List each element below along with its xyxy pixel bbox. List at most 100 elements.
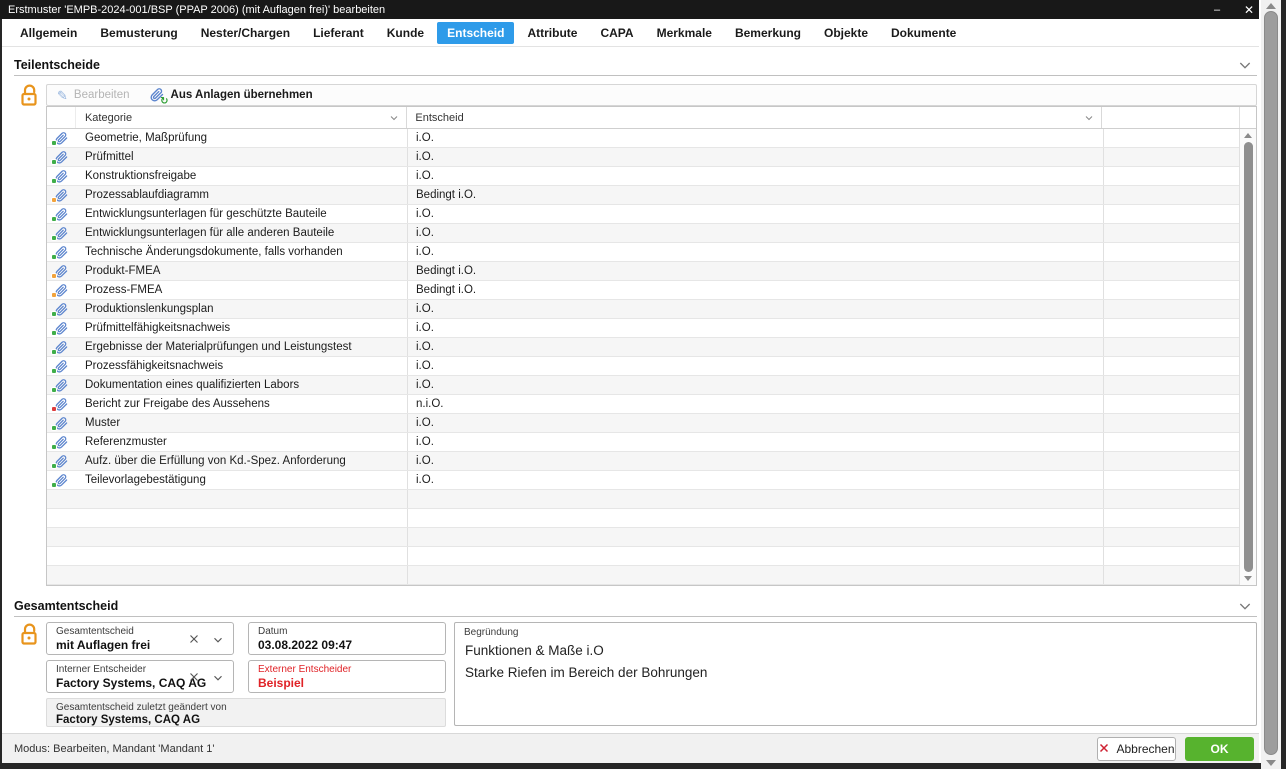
status-dot-green [52,141,56,145]
tab-nester-chargen[interactable]: Nester/Chargen [191,22,300,44]
tab-lieferant[interactable]: Lieferant [303,22,374,44]
table-row[interactable]: Entwicklungsunterlagen für geschützte Ba… [47,205,1241,224]
table-row-empty[interactable] [47,566,1241,585]
externer-entscheider-field[interactable]: Externer Entscheider Beispiel [248,660,446,693]
entscheid-cell: i.O. [408,414,1104,432]
gesamtentscheid-value: mit Auflagen frei [47,637,233,652]
kategorie-cell: Prüfmittelfähigkeitsnachweis [76,319,408,337]
scrollbar-thumb[interactable] [1244,142,1253,572]
table-row[interactable]: Musteri.O. [47,414,1241,433]
status-dot-green [52,445,56,449]
spacer-cell [1104,262,1241,280]
table-row[interactable]: Geometrie, Maßprüfungi.O. [47,129,1241,148]
begruendung-label: Begründung [455,623,1256,640]
table-row-empty[interactable] [47,528,1241,547]
aus-anlagen-uebernehmen-button[interactable]: ↻ Aus Anlagen übernehmen [150,88,313,103]
kategorie-cell [76,528,408,546]
paperclip-icon [47,281,76,299]
table-row[interactable]: Bericht zur Freigabe des Aussehensn.i.O. [47,395,1241,414]
clear-x-icon[interactable] [187,632,201,651]
table-row[interactable]: Prüfmittelfähigkeitsnachweisi.O. [47,319,1241,338]
bearbeiten-label: Bearbeiten [74,89,130,101]
teilentscheide-table: Kategorie Entscheid Geometrie, Maßprüfun… [46,106,1257,586]
abbrechen-button[interactable]: Abbrechen [1097,737,1176,761]
paperclip-icon [47,414,76,432]
cancel-x-icon [1098,742,1110,757]
entscheid-cell [408,566,1104,584]
status-bar: Modus: Bearbeiten, Mandant 'Mandant 1' [2,733,1259,763]
table-row[interactable]: ProzessablaufdiagrammBedingt i.O. [47,186,1241,205]
spacer-column-header [1102,107,1239,128]
entscheid-column-header[interactable]: Entscheid [407,107,1102,128]
scroll-up-icon[interactable] [1266,3,1276,9]
table-row[interactable]: Ergebnisse der Materialprüfungen und Lei… [47,338,1241,357]
tab-entscheid[interactable]: Entscheid [437,22,514,44]
begruendung-textarea[interactable]: Begründung Funktionen & Maße i.OStarke R… [454,622,1257,726]
zuletzt-geaendert-label: Gesamtentscheid zuletzt geändert von [47,699,445,713]
tab-objekte[interactable]: Objekte [814,22,878,44]
tab-dokumente[interactable]: Dokumente [881,22,966,44]
paperclip-icon [47,338,76,356]
paperclip-icon [47,357,76,375]
scroll-down-icon[interactable] [1266,760,1276,766]
table-row-empty[interactable] [47,490,1241,509]
datum-field[interactable]: Datum 03.08.2022 09:47 [248,622,446,655]
table-row[interactable]: Referenzmusteri.O. [47,433,1241,452]
table-row-empty[interactable] [47,509,1241,528]
unlocked-padlock-icon [18,83,40,112]
table-row[interactable]: Konstruktionsfreigabei.O. [47,167,1241,186]
tab-kunde[interactable]: Kunde [377,22,434,44]
paperclip-icon [47,129,76,147]
tab-capa[interactable]: CAPA [590,22,643,44]
abbrechen-label: Abbrechen [1116,742,1174,756]
table-row-empty[interactable] [47,547,1241,566]
entscheid-cell: i.O. [408,471,1104,489]
kategorie-cell: Teilevorlagebestätigung [76,471,408,489]
tab-attribute[interactable]: Attribute [517,22,587,44]
tab-allgemein[interactable]: Allgemein [10,22,87,44]
scroll-up-icon[interactable] [1244,133,1252,138]
gesamtentscheid-select[interactable]: Gesamtentscheid mit Auflagen frei [46,622,234,655]
bearbeiten-button[interactable]: ✎ Bearbeiten [57,89,130,102]
window-scrollbar[interactable] [1261,0,1281,769]
table-row[interactable]: Dokumentation eines qualifizierten Labor… [47,376,1241,395]
teilentscheide-heading: Teilentscheide [14,56,100,74]
tab-bemerkung[interactable]: Bemerkung [725,22,811,44]
scroll-down-icon[interactable] [1244,576,1252,581]
filter-chevron-icon [388,112,400,124]
table-header: Kategorie Entscheid [47,107,1256,129]
table-row[interactable]: Technische Änderungsdokumente, falls vor… [47,243,1241,262]
interner-entscheider-select[interactable]: Interner Entscheider Factory Systems, CA… [46,660,234,693]
table-row[interactable]: Prozess-FMEABedingt i.O. [47,281,1241,300]
section-divider [14,616,1257,617]
ok-button[interactable]: OK [1185,737,1254,761]
kategorie-cell [76,566,408,584]
window-border [0,19,2,769]
clear-x-icon[interactable] [187,670,201,689]
gesamtentscheid-heading: Gesamtentscheid [14,597,118,615]
table-row[interactable]: Prüfmitteli.O. [47,148,1241,167]
paperclip-icon [47,205,76,223]
table-row[interactable]: Produktionslenkungsplani.O. [47,300,1241,319]
entscheid-cell: i.O. [408,300,1104,318]
kategorie-cell [76,547,408,565]
spacer-cell [1104,338,1241,356]
kategorie-column-header[interactable]: Kategorie [76,107,407,128]
table-row[interactable]: Prozessfähigkeitsnachweisi.O. [47,357,1241,376]
table-row[interactable]: Aufz. über die Erfüllung von Kd.-Spez. A… [47,452,1241,471]
table-row[interactable]: Teilevorlagebestätigungi.O. [47,471,1241,490]
gesamtentscheid-label: Gesamtentscheid [47,623,233,637]
table-scrollbar[interactable] [1239,129,1256,585]
close-button[interactable]: ✕ [1238,0,1260,19]
chevron-down-icon[interactable] [211,671,225,690]
window-scrollbar-thumb[interactable] [1264,11,1278,755]
entscheid-cell: Bedingt i.O. [408,262,1104,280]
icon-column-header [47,107,76,128]
table-row[interactable]: Entwicklungsunterlagen für alle anderen … [47,224,1241,243]
minimize-button[interactable]: – [1206,0,1228,19]
table-row[interactable]: Produkt-FMEABedingt i.O. [47,262,1241,281]
chevron-down-icon[interactable] [211,633,225,652]
paperclip-icon [47,471,76,489]
tab-merkmale[interactable]: Merkmale [647,22,722,44]
tab-bemusterung[interactable]: Bemusterung [90,22,187,44]
